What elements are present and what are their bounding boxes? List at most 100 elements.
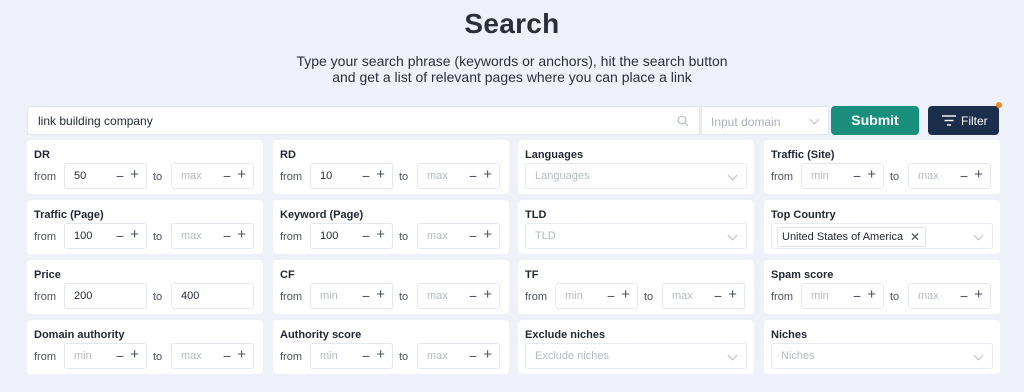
- subtitle-line-2: and get a list of relevant pages where y…: [332, 69, 692, 85]
- languages-select[interactable]: Languages: [525, 163, 747, 189]
- minus-icon[interactable]: −: [469, 288, 477, 304]
- keyword-page-max-input[interactable]: max − +: [417, 223, 500, 249]
- traffic-site-min-input[interactable]: min − +: [801, 163, 884, 189]
- to-label: to: [399, 351, 409, 363]
- tf-max-input[interactable]: max − +: [662, 283, 745, 309]
- plus-icon[interactable]: +: [237, 167, 246, 183]
- plus-icon[interactable]: +: [728, 287, 737, 303]
- to-label: to: [153, 171, 163, 183]
- select-placeholder: TLD: [535, 230, 556, 242]
- from-label: from: [34, 171, 56, 183]
- search-input[interactable]: link building company: [27, 106, 700, 135]
- to-label: to: [890, 171, 900, 183]
- niches-select[interactable]: Niches: [771, 343, 993, 369]
- plus-icon[interactable]: +: [130, 227, 139, 243]
- cf-min-input[interactable]: min − +: [310, 283, 393, 309]
- plus-icon[interactable]: +: [483, 287, 492, 303]
- rd-max-input[interactable]: max − +: [417, 163, 500, 189]
- tf-min-input[interactable]: min − +: [555, 283, 638, 309]
- from-label: from: [525, 291, 547, 303]
- to-label: to: [399, 231, 409, 243]
- keyword-page-min-input[interactable]: 100 − +: [310, 223, 393, 249]
- plus-icon[interactable]: +: [974, 167, 983, 183]
- dr-min-input[interactable]: 50 − +: [64, 163, 147, 189]
- minus-icon[interactable]: −: [714, 288, 722, 304]
- minus-icon[interactable]: −: [116, 228, 124, 244]
- traffic-page-min-input[interactable]: 100 − +: [64, 223, 147, 249]
- plus-icon[interactable]: +: [621, 287, 630, 303]
- minus-icon[interactable]: −: [469, 228, 477, 244]
- search-icon[interactable]: [677, 115, 689, 127]
- minus-icon[interactable]: −: [223, 168, 231, 184]
- plus-icon[interactable]: +: [483, 347, 492, 363]
- plus-icon[interactable]: +: [974, 287, 983, 303]
- search-query-text[interactable]: link building company: [38, 114, 153, 128]
- minus-icon[interactable]: −: [362, 348, 370, 364]
- price-min-input[interactable]: 200: [64, 283, 147, 309]
- plus-icon[interactable]: +: [867, 167, 876, 183]
- plus-icon[interactable]: +: [130, 347, 139, 363]
- minus-icon[interactable]: −: [960, 168, 968, 184]
- domain-select[interactable]: Input domain: [701, 106, 829, 135]
- cf-max-input[interactable]: max − +: [417, 283, 500, 309]
- from-label: from: [280, 351, 302, 363]
- submit-button[interactable]: Submit: [831, 106, 919, 135]
- max-placeholder: max: [427, 230, 448, 242]
- minus-icon[interactable]: −: [362, 168, 370, 184]
- min-placeholder: min: [320, 290, 338, 302]
- minus-icon[interactable]: −: [853, 288, 861, 304]
- traffic-site-max-input[interactable]: max − +: [908, 163, 991, 189]
- plus-icon[interactable]: +: [376, 167, 385, 183]
- filter-label: Top Country: [771, 209, 836, 221]
- exclude-niches-select[interactable]: Exclude niches: [525, 343, 747, 369]
- dr-max-input[interactable]: max − +: [171, 163, 254, 189]
- price-max-input[interactable]: 400: [171, 283, 254, 309]
- minus-icon[interactable]: −: [116, 168, 124, 184]
- price-min-value[interactable]: 200: [74, 290, 92, 302]
- keyword-page-min-value[interactable]: 100: [320, 230, 338, 242]
- minus-icon[interactable]: −: [469, 168, 477, 184]
- filter-button[interactable]: Filter: [928, 106, 999, 135]
- plus-icon[interactable]: +: [867, 287, 876, 303]
- minus-icon[interactable]: −: [362, 228, 370, 244]
- authority-score-min-input[interactable]: min − +: [310, 343, 393, 369]
- page-title: Search: [464, 8, 560, 39]
- traffic-page-min-value[interactable]: 100: [74, 230, 92, 242]
- minus-icon[interactable]: −: [116, 348, 124, 364]
- plus-icon[interactable]: +: [483, 227, 492, 243]
- authority-score-max-input[interactable]: max − +: [417, 343, 500, 369]
- max-placeholder: max: [427, 290, 448, 302]
- minus-icon[interactable]: −: [362, 288, 370, 304]
- plus-icon[interactable]: +: [483, 167, 492, 183]
- tld-select[interactable]: TLD: [525, 223, 747, 249]
- selected-country-chip: United States of America ✕: [777, 227, 927, 247]
- domain-authority-max-input[interactable]: max − +: [171, 343, 254, 369]
- traffic-page-max-input[interactable]: max − +: [171, 223, 254, 249]
- plus-icon[interactable]: +: [130, 167, 139, 183]
- minus-icon[interactable]: −: [223, 348, 231, 364]
- filter-domain-authority: Domain authority from min − + to max − +: [27, 320, 263, 374]
- plus-icon[interactable]: +: [376, 287, 385, 303]
- filter-languages: Languages Languages: [518, 140, 754, 194]
- minus-icon[interactable]: −: [469, 348, 477, 364]
- spam-score-min-input[interactable]: min − +: [801, 283, 884, 309]
- minus-icon[interactable]: −: [960, 288, 968, 304]
- plus-icon[interactable]: +: [376, 347, 385, 363]
- max-placeholder: max: [918, 290, 939, 302]
- rd-min-value[interactable]: 10: [320, 170, 332, 182]
- minus-icon[interactable]: −: [607, 288, 615, 304]
- rd-min-input[interactable]: 10 − +: [310, 163, 393, 189]
- close-icon[interactable]: ✕: [910, 228, 920, 246]
- minus-icon[interactable]: −: [223, 228, 231, 244]
- plus-icon[interactable]: +: [237, 227, 246, 243]
- spam-score-max-input[interactable]: max − +: [908, 283, 991, 309]
- plus-icon[interactable]: +: [237, 347, 246, 363]
- filter-keyword-page: Keyword (Page) from 100 − + to max − +: [273, 200, 509, 254]
- dr-min-value[interactable]: 50: [74, 170, 86, 182]
- top-country-select[interactable]: United States of America ✕: [771, 223, 993, 249]
- plus-icon[interactable]: +: [376, 227, 385, 243]
- chip-label: United States of America: [782, 231, 904, 243]
- domain-authority-min-input[interactable]: min − +: [64, 343, 147, 369]
- minus-icon[interactable]: −: [853, 168, 861, 184]
- price-max-value[interactable]: 400: [181, 290, 199, 302]
